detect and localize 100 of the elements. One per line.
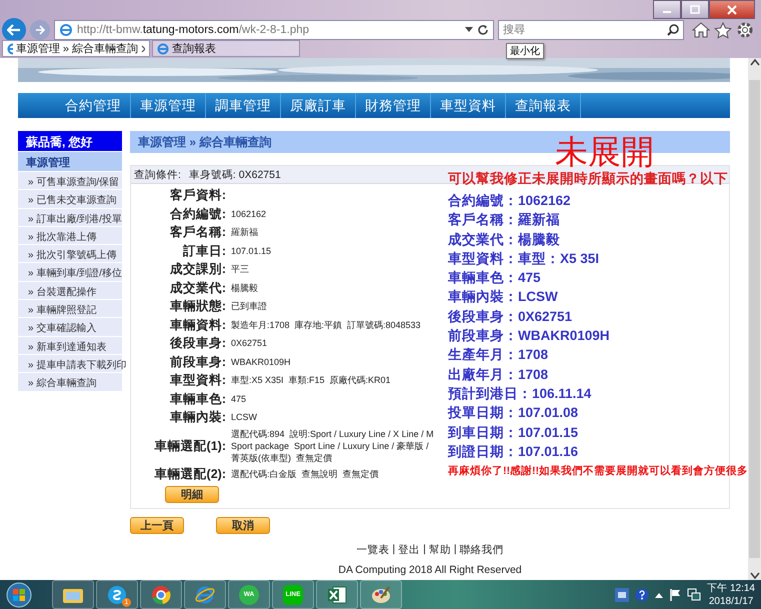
star-icon[interactable]	[714, 22, 732, 38]
action-button[interactable]: 上一頁	[130, 517, 184, 534]
browser-tab[interactable]: 車源管理 » 綜合車輛查詢	[2, 40, 150, 57]
greeting: 蘇品喬, 您好	[18, 131, 122, 151]
annotation-line: 客戶名稱：羅新福	[448, 211, 561, 230]
nav-item[interactable]: 查詢報表	[506, 93, 581, 118]
field-label: 合約編號:	[168, 206, 226, 222]
annotation-title: 未展開	[555, 134, 655, 170]
taskbar-app[interactable]	[316, 580, 358, 609]
field-label: 成交課別:	[168, 261, 226, 277]
home-icon[interactable]	[692, 22, 710, 38]
sidebar-item[interactable]: » 車輛到車/到證/移位	[18, 263, 122, 281]
field-value: 平三	[231, 263, 249, 275]
flag-icon[interactable]	[669, 588, 682, 601]
start-button[interactable]	[6, 582, 32, 608]
field-label: 車型資料:	[168, 372, 226, 388]
taskbar-app[interactable]	[360, 580, 402, 609]
sidebar-item[interactable]: » 批次靠港上傳	[18, 226, 122, 244]
taskbar-app[interactable]	[140, 580, 182, 609]
annotation-line: 出廠年月：1708	[448, 366, 550, 384]
sidebar-item[interactable]: » 台裝選配操作	[18, 282, 122, 300]
dropdown-icon[interactable]	[465, 27, 473, 33]
annotation-line: 預計到港日：106.11.14	[448, 384, 592, 403]
field-label: 車輛車色:	[168, 390, 226, 406]
nav-item[interactable]: 車源管理	[131, 93, 206, 118]
nav-item[interactable]: 車型資料	[431, 93, 506, 118]
action-button[interactable]: 取消	[216, 517, 270, 534]
help-icon[interactable]	[635, 588, 650, 602]
field-value: WBAKR0109H	[231, 356, 291, 368]
footer-link[interactable]: 一覽表	[356, 543, 390, 557]
field-value: 475	[231, 392, 246, 404]
sidebar-item[interactable]: » 新車到達通知表	[18, 336, 122, 354]
clock-time: 下午 12:14	[707, 582, 755, 594]
annotation-line: 後段車身：0X62751	[448, 308, 574, 326]
field-value: 楊騰毅	[231, 282, 258, 294]
field-label: 客戶資料:	[168, 187, 226, 203]
browser-icon	[7, 42, 13, 54]
annotation-line: 車輛車色：475	[448, 269, 542, 288]
close-button[interactable]	[709, 0, 755, 19]
footer-link[interactable]: 幫助	[428, 543, 451, 557]
taskbar-app[interactable]	[52, 580, 94, 609]
field-label: 車輛內裝:	[168, 409, 226, 425]
field-value: 107.01.15	[231, 244, 272, 256]
keyboard-icon[interactable]	[615, 588, 630, 602]
arrow-icon	[35, 25, 45, 35]
query-value: 車身號碼: 0X62751	[188, 168, 281, 182]
scrollbar-thumb[interactable]	[749, 80, 760, 558]
nav-item[interactable]: 合約管理	[56, 93, 131, 118]
minimize-button[interactable]	[653, 0, 681, 19]
field-label: 車輛資料:	[168, 316, 226, 332]
nav-item[interactable]: 原廠訂車	[281, 93, 356, 118]
sidebar-item[interactable]: » 訂車出廠/到港/投單	[18, 208, 122, 226]
field-value: 選配代碼:白金版 查無說明 查無定價	[231, 468, 379, 480]
search-icon[interactable]	[667, 24, 679, 36]
annotation-line: 投單日期：107.01.08	[448, 404, 580, 422]
detail-button[interactable]: 明細	[165, 486, 219, 503]
network-icon[interactable]	[687, 588, 702, 601]
refresh-icon[interactable]	[477, 24, 489, 36]
query-label: 查詢條件:	[134, 168, 181, 182]
field-label: 車輛選配(1):	[154, 438, 226, 454]
address-field[interactable]: http://tt-bmw.tatung-motors.com/wk-2-8-1.php	[54, 20, 494, 40]
maximize-button[interactable]	[681, 0, 709, 19]
field-label: 訂車日:	[182, 242, 226, 258]
annotation-line: 生產年月：1708	[448, 346, 550, 364]
field-label: 前段車身:	[168, 354, 226, 370]
sidebar-section: 車源管理	[18, 152, 122, 171]
browser-icon	[59, 23, 73, 37]
field-label: 車輛選配(2):	[154, 466, 226, 482]
scroll-down-icon[interactable]	[750, 572, 760, 580]
field-label: 成交業代:	[168, 280, 226, 296]
browser-tab[interactable]: 查詢報表	[152, 40, 300, 57]
copyright: DA Computing 2018 All Right Reserved	[337, 564, 523, 576]
search-field[interactable]: 搜尋	[498, 20, 684, 40]
taskbar-app[interactable]	[184, 580, 226, 609]
field-value: 製造年月:1708 庫存地:平鎮 訂單號碼:8048533	[231, 318, 421, 330]
sidebar-item[interactable]: » 已售未交車源查詢	[18, 190, 122, 208]
annotation-line: 成交業代：楊騰毅	[448, 230, 561, 249]
spreadsheet-icon	[327, 584, 347, 604]
arrow-icon	[7, 24, 21, 36]
field-value: 車型:X5 X35I 車類:F15 原廠代碼:KR01	[231, 374, 391, 386]
sidebar-item[interactable]: » 可售車源查詢/保留	[18, 172, 122, 190]
nav-item[interactable]: 調車管理	[206, 93, 281, 118]
field-label: 後段車身:	[168, 335, 226, 351]
separator: |	[454, 543, 457, 557]
sidebar-item[interactable]: » 交車確認輸入	[18, 318, 122, 336]
nav-item[interactable]: 財務管理	[356, 93, 431, 118]
footer-link[interactable]: 登出	[398, 543, 420, 557]
clock-date: 2018/1/17	[708, 594, 754, 608]
back-button[interactable]	[2, 18, 26, 42]
settings-icon[interactable]	[736, 21, 754, 39]
sidebar-item[interactable]: » 車輛牌照登記	[18, 300, 122, 318]
caret-icon[interactable]	[655, 592, 664, 598]
sidebar-item[interactable]: » 綜合車輛查詢	[18, 373, 122, 391]
field-value: LCSW	[231, 411, 258, 423]
annotation-line: 車型資料：車型：X5 35I	[448, 250, 600, 268]
palette-icon	[371, 584, 391, 604]
footer-link[interactable]: 聯絡我們	[460, 543, 504, 557]
scroll-up-icon[interactable]	[750, 58, 760, 66]
sidebar-item[interactable]: » 批次引擎號碼上傳	[18, 245, 122, 262]
annotation-line: 到證日期：107.01.16	[448, 442, 580, 461]
